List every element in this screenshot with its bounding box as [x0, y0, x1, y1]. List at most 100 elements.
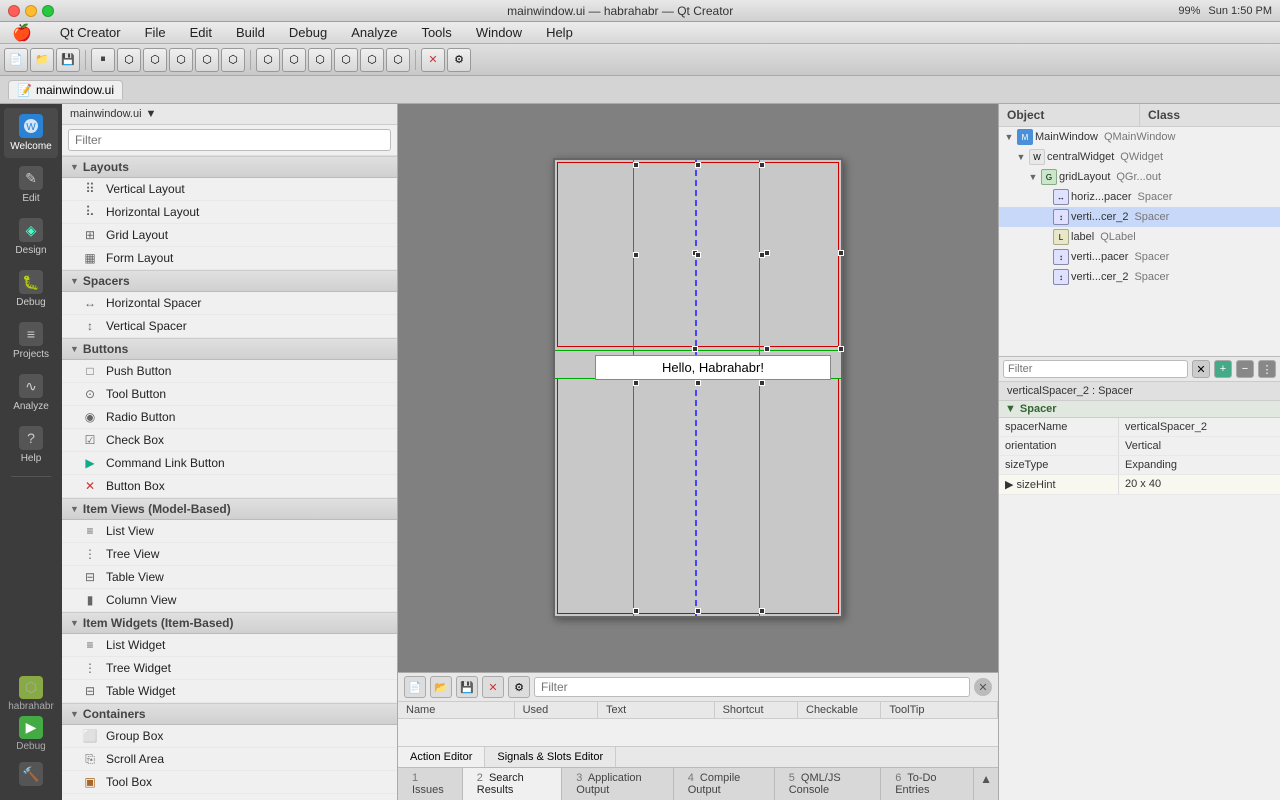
toolbar-align-top[interactable]: ⬡ [195, 48, 219, 72]
prop-category-spacer[interactable]: ▼ Spacer [999, 401, 1280, 418]
widget-command-link[interactable]: Command Link Button [62, 452, 397, 475]
prop-filter-remove[interactable]: − [1236, 360, 1254, 378]
side-btn-edit[interactable]: ✎ Edit [4, 160, 58, 210]
toolbar-align-bottom[interactable]: ⬡ [221, 48, 245, 72]
toolbar-layout-g[interactable]: ⬡ [308, 48, 332, 72]
widget-vertical-layout[interactable]: Vertical Layout [62, 178, 397, 201]
obj-horiz-spacer[interactable]: ▶ ↔ horiz...pacer Spacer [999, 187, 1280, 207]
widget-tree-widget[interactable]: Tree Widget [62, 657, 397, 680]
prop-val-sizeHint[interactable]: 20 x 40 [1119, 475, 1280, 494]
toolbar-layout-f[interactable]: ⬡ [334, 48, 358, 72]
obj-grid-layout[interactable]: ▼ G gridLayout QGr...out [999, 167, 1280, 187]
handle-tr[interactable] [759, 162, 765, 168]
handle-top-right[interactable] [838, 250, 844, 256]
handle-tm[interactable] [695, 162, 701, 168]
bottom-open-btn[interactable]: 📂 [430, 676, 452, 698]
prop-row-sizetype[interactable]: sizeType Expanding [999, 456, 1280, 475]
prop-row-spacer-name[interactable]: spacerName verticalSpacer_2 [999, 418, 1280, 437]
widget-list-widget[interactable]: List Widget [62, 634, 397, 657]
handle-br2[interactable] [759, 608, 765, 614]
handle-mid-left[interactable] [692, 346, 698, 352]
widget-group-box[interactable]: Group Box [62, 725, 397, 748]
bottom-filter-clear[interactable]: ✕ [974, 678, 992, 696]
prop-val-sizeType[interactable]: Expanding [1119, 456, 1280, 474]
widget-tool-box[interactable]: Tool Box [62, 771, 397, 794]
handle-bm2[interactable] [695, 608, 701, 614]
toolbar-pause[interactable]: ⏸ [91, 48, 115, 72]
tab-compile[interactable]: 4 Compile Output [674, 768, 775, 800]
widget-list-view[interactable]: List View [62, 520, 397, 543]
widget-v-spacer[interactable]: Vertical Spacer [62, 315, 397, 338]
toolbar-adjust[interactable]: ⬡ [386, 48, 410, 72]
handle-ml[interactable] [633, 252, 639, 258]
canvas-inner[interactable]: Hello, Habrahabr! [398, 104, 998, 672]
menu-edit[interactable]: Edit [186, 23, 216, 42]
obj-central-widget[interactable]: ▼ W centralWidget QWidget [999, 147, 1280, 167]
side-btn-projects[interactable]: ≡ Projects [4, 316, 58, 366]
prop-filter-clear[interactable]: ✕ [1192, 360, 1210, 378]
menu-debug[interactable]: Debug [285, 23, 331, 42]
bottom-delete-btn[interactable]: ✕ [482, 676, 504, 698]
bottom-settings-btn[interactable]: ⚙ [508, 676, 530, 698]
side-btn-help[interactable]: ? Help [4, 420, 58, 470]
expand-mainwindow[interactable]: ▼ [1003, 131, 1015, 143]
tab-todo[interactable]: 6 To-Do Entries [881, 768, 974, 800]
widget-grid-layout[interactable]: Grid Layout [62, 224, 397, 247]
prop-val-spacerName[interactable]: verticalSpacer_2 [1119, 418, 1280, 436]
widget-horizontal-layout[interactable]: Horizontal Layout [62, 201, 397, 224]
handle-mr[interactable] [759, 252, 765, 258]
obj-label[interactable]: ▶ L label QLabel [999, 227, 1280, 247]
widget-form-layout[interactable]: Form Layout [62, 247, 397, 270]
hello-label-canvas[interactable]: Hello, Habrahabr! [595, 355, 831, 380]
toolbar-save[interactable]: 💾 [56, 48, 80, 72]
minimize-button[interactable] [25, 5, 37, 17]
tabs-arrow-btn[interactable]: ▲ [974, 768, 998, 800]
menu-qtcreator[interactable]: Qt Creator [56, 23, 125, 42]
palette-filter-input[interactable] [68, 129, 391, 151]
tab-app-output[interactable]: 3 Application Output [562, 768, 673, 800]
category-item-widgets[interactable]: ▼ Item Widgets (Item-Based) [62, 612, 397, 634]
prop-key-sizeHint[interactable]: ▶ sizeHint [999, 475, 1119, 494]
category-layouts[interactable]: ▼ Layouts [62, 156, 397, 178]
side-btn-habrahabr[interactable]: ⬡ habrahabr [4, 676, 58, 712]
file-selector-arrow[interactable]: ▼ [146, 108, 157, 120]
handle-br1[interactable] [759, 380, 765, 386]
handle-bl1[interactable] [633, 380, 639, 386]
toolbar-align-center[interactable]: ⬡ [143, 48, 167, 72]
bottom-new-btn[interactable]: 📄 [404, 676, 426, 698]
category-containers[interactable]: ▼ Containers [62, 703, 397, 725]
prop-filter-add[interactable]: + [1214, 360, 1232, 378]
bottom-filter-input[interactable] [534, 677, 970, 697]
handle-bm[interactable] [695, 252, 701, 258]
widget-button-box[interactable]: Button Box [62, 475, 397, 498]
widget-scroll-area[interactable]: Scroll Area [62, 748, 397, 771]
obj-vert-spacer[interactable]: ▶ ↕ verti...pacer Spacer [999, 247, 1280, 267]
category-spacers[interactable]: ▼ Spacers [62, 270, 397, 292]
expand-central[interactable]: ▼ [1015, 151, 1027, 163]
obj-vert-spacer-2b[interactable]: ▶ ↕ verti...cer_2 Spacer [999, 267, 1280, 287]
apple-menu[interactable]: 🍎 [8, 21, 36, 45]
widget-table-view[interactable]: Table View [62, 566, 397, 589]
widget-h-spacer[interactable]: Horizontal Spacer [62, 292, 397, 315]
toolbar-align-left[interactable]: ⬡ [117, 48, 141, 72]
handle-mid-right[interactable] [838, 346, 844, 352]
widget-radio-button[interactable]: Radio Button [62, 406, 397, 429]
side-btn-analyze[interactable]: ∿ Analyze [4, 368, 58, 418]
widget-check-box[interactable]: Check Box [62, 429, 397, 452]
toolbar-layout-v[interactable]: ⬡ [282, 48, 306, 72]
signals-slots-tab[interactable]: Signals & Slots Editor [485, 747, 616, 767]
toolbar-layout-h[interactable]: ⬡ [256, 48, 280, 72]
toolbar-align-right[interactable]: ⬡ [169, 48, 193, 72]
file-tab-mainwindow[interactable]: 📝 mainwindow.ui [8, 80, 123, 99]
handle-bottom-mid[interactable] [764, 346, 770, 352]
design-canvas[interactable]: Hello, Habrahabr! [553, 158, 843, 618]
menu-window[interactable]: Window [472, 23, 526, 42]
prop-filter-input[interactable] [1003, 360, 1188, 378]
widget-tool-button[interactable]: Tool Button [62, 383, 397, 406]
handle-tl[interactable] [633, 162, 639, 168]
toolbar-extra[interactable]: ⚙ [447, 48, 471, 72]
prop-row-sizehint[interactable]: ▶ sizeHint 20 x 40 [999, 475, 1280, 495]
prop-val-orientation[interactable]: Vertical [1119, 437, 1280, 455]
handle-bl2[interactable] [633, 608, 639, 614]
side-btn-build[interactable]: 🔨 [4, 756, 58, 792]
